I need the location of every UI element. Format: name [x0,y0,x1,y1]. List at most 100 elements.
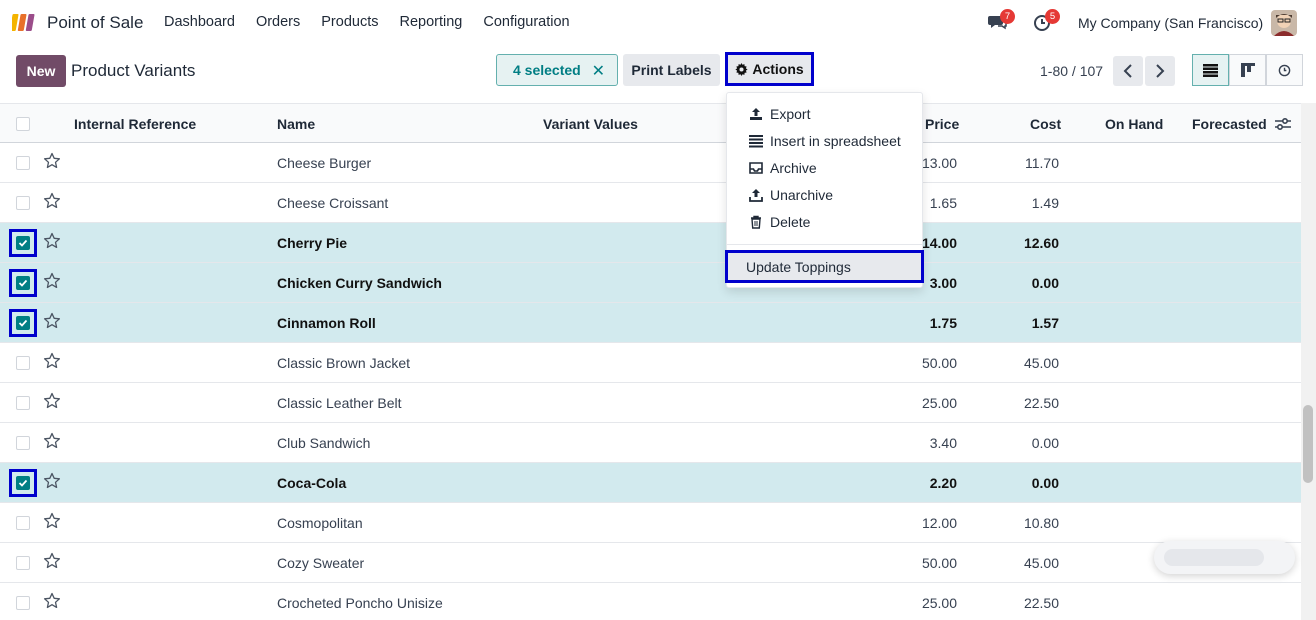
unarchive-icon [749,189,763,202]
star-icon[interactable] [43,472,61,490]
product-name: Club Sandwich [277,435,371,451]
product-name: Classic Brown Jacket [277,355,411,371]
header-on-hand[interactable]: On Hand [1105,116,1163,132]
row-checkbox[interactable] [16,436,30,450]
upload-icon [750,108,762,120]
header-price[interactable]: Price [925,116,959,132]
header-cost[interactable]: Cost [1030,116,1061,132]
star-icon[interactable] [43,432,61,450]
header-name[interactable]: Name [277,116,315,132]
table-row[interactable]: Club Sandwich 3.40 0.00 [0,423,1301,463]
product-cost: 0.00 [1031,435,1059,451]
row-checkbox[interactable] [16,156,30,170]
menu-dashboard[interactable]: Dashboard [164,14,235,30]
product-name: Coca-Cola [277,475,347,491]
pos-app-icon[interactable] [12,12,38,32]
pager-next-button[interactable] [1145,56,1175,86]
scrollbar-thumb[interactable] [1303,405,1313,483]
menu-reporting[interactable]: Reporting [400,14,463,30]
table-row[interactable]: Cheese Burger 13.00 11.70 [0,143,1301,183]
unarchive-menu-item[interactable]: Unarchive [749,184,833,206]
product-cost: 22.50 [1023,395,1059,411]
unarchive-label: Unarchive [770,187,834,203]
activity-button[interactable]: 5 [1033,9,1060,33]
product-cost: 22.50 [1023,595,1059,611]
table-row[interactable]: Cosmopolitan 12.00 10.80 [0,503,1301,543]
top-navbar: Point of Sale Dashboard Orders Products … [0,0,1316,46]
header-variant-values[interactable]: Variant Values [543,116,638,132]
company-switcher[interactable]: My Company (San Francisco) [1078,15,1263,31]
product-name: Classic Leather Belt [277,395,402,411]
row-checkbox[interactable] [9,309,37,337]
menu-orders[interactable]: Orders [256,14,300,30]
archive-label: Archive [770,160,817,176]
header-internal-reference[interactable]: Internal Reference [74,116,196,132]
export-menu-item[interactable]: Export [749,103,810,125]
table-row[interactable]: Cinnamon Roll 1.75 1.57 [0,303,1301,343]
product-price: 3.40 [929,435,957,451]
table-row[interactable]: Crocheted Poncho Unisize 25.00 22.50 [0,583,1301,620]
row-checkbox[interactable] [9,469,37,497]
delete-menu-item[interactable]: Delete [749,211,810,233]
product-name: Crocheted Poncho Unisize [277,595,443,611]
row-checkbox[interactable] [16,556,30,570]
table-row[interactable]: Cozy Sweater 50.00 45.00 [0,543,1301,583]
clear-selection-icon[interactable]: ✕ [592,61,605,81]
scrollbar-track[interactable] [1301,103,1316,620]
table-header: Internal Reference Name Variant Values P… [0,103,1301,143]
product-cost: 0.00 [1031,275,1059,291]
product-cost: 1.49 [1031,195,1059,211]
row-checkbox[interactable] [9,269,37,297]
table-row[interactable]: Classic Leather Belt 25.00 22.50 [0,383,1301,423]
table-row[interactable]: Cheese Croissant 1.65 1.49 [0,183,1301,223]
archive-menu-item[interactable]: Archive [749,157,817,179]
row-checkbox[interactable] [9,229,37,257]
star-icon[interactable] [43,192,61,210]
pager-value[interactable]: 1-80 / 107 [1040,63,1103,79]
star-icon[interactable] [43,352,61,370]
star-icon[interactable] [43,312,61,330]
row-checkbox[interactable] [16,516,30,530]
star-icon[interactable] [43,232,61,250]
column-settings-icon[interactable] [1275,117,1291,131]
pager-previous-button[interactable] [1113,56,1143,86]
header-forecasted[interactable]: Forecasted [1192,116,1267,132]
actions-label: Actions [752,61,804,77]
table-row[interactable]: Chicken Curry Sandwich 3.00 0.00 [0,263,1301,303]
list-icon [1203,63,1218,77]
actions-button[interactable]: Actions [725,52,814,86]
app-title[interactable]: Point of Sale [47,13,143,33]
user-avatar[interactable] [1271,10,1297,36]
row-checkbox[interactable] [16,396,30,410]
row-checkbox[interactable] [16,196,30,210]
star-icon[interactable] [43,152,61,170]
update-toppings-menu-item[interactable]: Update Toppings [725,250,924,283]
star-icon[interactable] [43,392,61,410]
list-view-button[interactable] [1192,54,1229,86]
select-all-checkbox[interactable] [16,117,30,131]
star-icon[interactable] [43,592,61,610]
star-icon[interactable] [43,512,61,530]
print-labels-button[interactable]: Print Labels [623,54,720,86]
row-checkbox[interactable] [16,596,30,610]
export-label: Export [770,106,811,122]
kanban-icon [1240,63,1255,77]
product-cost: 11.70 [1025,155,1059,171]
row-checkbox[interactable] [16,356,30,370]
messages-button[interactable]: 7 [988,9,1015,33]
insert-spreadsheet-menu-item[interactable]: Insert in spreadsheet [749,130,901,152]
checkmark-icon [16,236,30,250]
selection-pill[interactable]: 4 selected ✕ [496,54,618,86]
menu-products[interactable]: Products [321,14,378,30]
dropdown-divider [727,244,922,245]
table-row[interactable]: Coca-Cola 2.20 0.00 [0,463,1301,503]
activity-badge: 5 [1045,9,1060,24]
new-button[interactable]: New [16,55,66,87]
activity-view-button[interactable] [1266,54,1303,86]
menu-configuration[interactable]: Configuration [483,14,569,30]
star-icon[interactable] [43,272,61,290]
kanban-view-button[interactable] [1229,54,1266,86]
table-row[interactable]: Classic Brown Jacket 50.00 45.00 [0,343,1301,383]
table-row[interactable]: Cherry Pie 14.00 12.60 [0,223,1301,263]
star-icon[interactable] [43,552,61,570]
